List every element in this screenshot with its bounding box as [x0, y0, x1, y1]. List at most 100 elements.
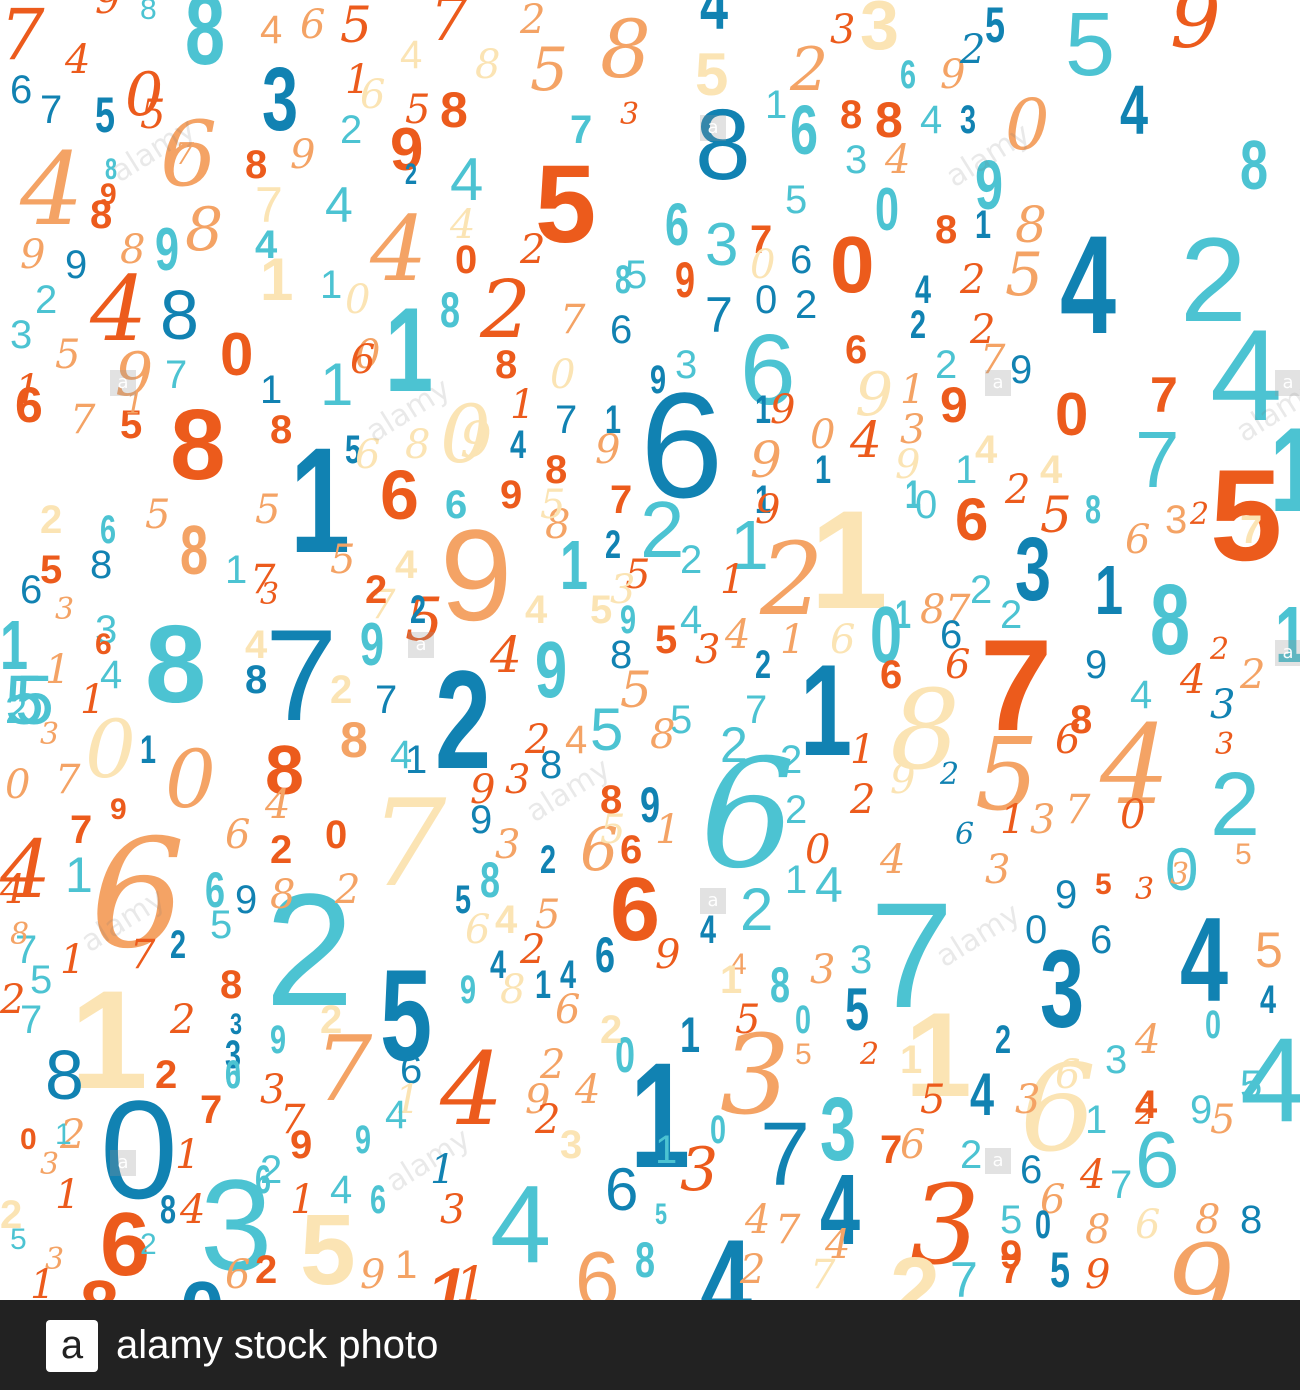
pattern-digit: 4 — [450, 202, 476, 248]
pattern-digit: 2 — [330, 668, 353, 712]
pattern-digit: 2 — [910, 303, 927, 347]
pattern-digit: 6 — [790, 91, 819, 169]
pattern-digit: 1 — [905, 473, 922, 517]
pattern-digit: 3 — [985, 847, 1011, 893]
pattern-digit: 6 — [830, 617, 856, 663]
pattern-digit: 8 — [840, 93, 863, 137]
pattern-digit: 4 — [1180, 657, 1206, 703]
pattern-digit: 9 — [65, 243, 88, 287]
pattern-digit: 7 — [1110, 1163, 1133, 1207]
pattern-digit: 2 — [780, 738, 803, 782]
pattern-digit: 2 — [1135, 1097, 1155, 1132]
pattern-digit: 1 — [895, 593, 912, 637]
pattern-digit: 9 — [755, 487, 781, 533]
pattern-digit: 2 — [335, 867, 361, 913]
pattern-digit: 9 — [1085, 1252, 1111, 1298]
pattern-digit: 9 — [1170, 0, 1221, 66]
pattern-digit: 2 — [525, 717, 551, 763]
pattern-digit: 1 — [780, 617, 806, 663]
pattern-digit: 9 — [110, 793, 127, 826]
pattern-digit: 9 — [460, 411, 492, 469]
pattern-digit: 5 — [455, 878, 472, 922]
pattern-digit: 4 — [1135, 1017, 1161, 1063]
pattern-digit: 1 — [290, 1177, 316, 1223]
pattern-digit: 3 — [850, 938, 873, 982]
pattern-digit: 3 — [260, 577, 280, 612]
pattern-digit: 1 — [55, 1172, 81, 1218]
pattern-digit: 3 — [560, 1123, 583, 1167]
pattern-digit: 6 — [225, 1252, 251, 1298]
pattern-digit: 1 — [395, 1243, 418, 1287]
pattern-digit: 6 — [1135, 1202, 1161, 1248]
pattern-digit: 9 — [1010, 348, 1033, 392]
pattern-digit: 6 — [900, 1122, 926, 1168]
pattern-digit: 7 — [280, 1097, 306, 1143]
pattern-digit: 1 — [655, 1128, 678, 1172]
pattern-digit: 6 — [380, 456, 419, 534]
pattern-digit: 8 — [160, 276, 199, 354]
pattern-digit: 5 — [1040, 486, 1072, 544]
pattern-digit: 5 — [40, 548, 63, 592]
pattern-digit: 2 — [1190, 497, 1210, 532]
pattern-digit: 2 — [365, 568, 388, 612]
pattern-digit: 8 — [185, 0, 226, 86]
pattern-digit: 9 — [535, 625, 568, 714]
pattern-digit: 2 — [740, 876, 774, 943]
pattern-digit: 1 — [560, 526, 589, 604]
pattern-digit: 9 — [1000, 1233, 1023, 1277]
pattern-digit: 2 — [995, 1018, 1012, 1062]
pattern-digit: 1 — [850, 727, 876, 773]
pattern-digit: 1 — [815, 448, 832, 492]
pattern-digit: 6 — [1020, 1148, 1043, 1192]
pattern-digit: 0 — [20, 1123, 37, 1156]
pattern-digit: 6 — [595, 927, 616, 983]
watermark-badge-icon: a — [1275, 640, 1300, 666]
pattern-digit: 1 — [900, 1038, 923, 1082]
pattern-digit: 2 — [270, 828, 293, 872]
pattern-digit: 7 — [610, 478, 633, 522]
pattern-digit: 3 — [620, 97, 640, 132]
pattern-digit: 5 — [600, 807, 626, 853]
pattern-digit: 8 — [10, 917, 30, 952]
pattern-digit: 8 — [270, 872, 296, 918]
pattern-digit: 8 — [120, 227, 146, 273]
pattern-digit: 8 — [220, 963, 243, 1007]
pattern-digit: 1 — [260, 368, 283, 412]
pattern-digit: 5 — [1065, 0, 1116, 95]
pattern-digit: 1 — [30, 1262, 56, 1300]
watermark-badge-icon: a — [1275, 370, 1300, 396]
pattern-digit: 4 — [245, 623, 268, 667]
pattern-digit: 5 — [30, 958, 53, 1002]
pattern-digit: 2 — [405, 158, 418, 191]
pattern-digit: 7 — [760, 1105, 811, 1205]
pattern-digit: 5 — [920, 1077, 946, 1123]
pattern-digit: 7 — [1150, 367, 1178, 423]
pattern-digit: 7 — [265, 602, 338, 748]
pattern-digit: 2 — [605, 523, 622, 567]
pattern-digit: 0 — [180, 1270, 225, 1301]
pattern-digit: 5 — [655, 1198, 668, 1231]
pattern-digit: 5 — [735, 997, 761, 1043]
pattern-digit: 4 — [370, 197, 428, 302]
pattern-digit: 7 — [0, 0, 45, 76]
pattern-digit: 4 — [490, 943, 507, 987]
pattern-digit: 9 — [650, 358, 667, 402]
pattern-digit: 9 — [460, 968, 477, 1012]
pattern-digit: 5 — [795, 1038, 812, 1071]
pattern-digit: 6 — [370, 1178, 387, 1222]
pattern-digit: 3 — [830, 7, 856, 53]
pattern-digit: 2 — [935, 343, 958, 387]
pattern-digit: 3 — [810, 947, 836, 993]
pattern-digit: 9 — [100, 178, 117, 211]
pattern-digit: 2 — [410, 588, 427, 632]
pattern-digit: 9 — [655, 932, 681, 978]
pattern-digit: 4 — [525, 588, 548, 632]
pattern-digit: 6 — [790, 238, 813, 282]
pattern-digit: 6 — [1135, 1115, 1180, 1204]
pattern-digit: 1 — [765, 83, 788, 127]
pattern-digit: 2 — [35, 278, 58, 322]
pattern-digit: 6 — [610, 308, 633, 352]
pattern-digit: 2 — [785, 788, 808, 832]
pattern-digit: 3 — [1215, 727, 1235, 762]
pattern-digit: 6 — [900, 53, 917, 97]
